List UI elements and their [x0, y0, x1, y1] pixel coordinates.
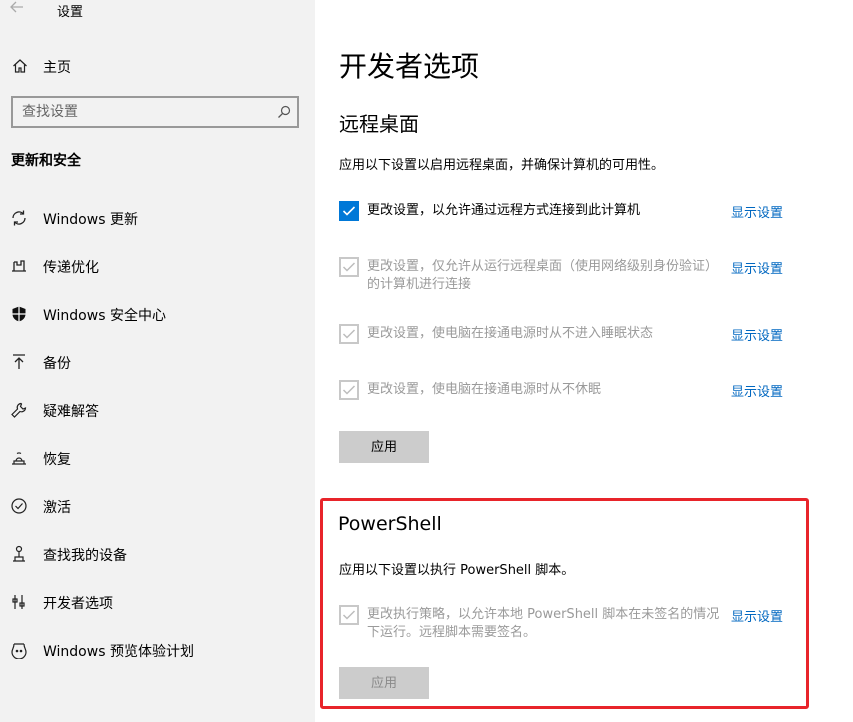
show-settings-link[interactable]: 显示设置 [731, 258, 783, 277]
sidebar-item-activation[interactable]: 激活 [0, 490, 315, 522]
option-text: 更改设置，使电脑在接通电源时从不休眠 [367, 382, 602, 397]
checkbox-execution-policy[interactable] [339, 605, 359, 625]
sidebar-item-delivery-optimization[interactable]: 传递优化 [0, 250, 315, 282]
checkbox-never-hibernate[interactable] [339, 380, 359, 400]
sidebar-item-label: 激活 [43, 500, 71, 516]
check-circle-icon [10, 497, 28, 515]
sidebar-item-label: 查找我的设备 [43, 548, 127, 564]
option-text: 更改执行策略，以允许本地 PowerShell 脚本在未签名的情况下运行。远程脚… [367, 607, 720, 640]
powershell-heading: PowerShell [338, 513, 442, 535]
sidebar-item-windows-insider[interactable]: Windows 预览体验计划 [0, 634, 315, 666]
sidebar-item-recovery[interactable]: 恢复 [0, 442, 315, 474]
sidebar-item-developer-options[interactable]: 开发者选项 [0, 586, 315, 618]
checkbox-never-sleep[interactable] [339, 324, 359, 344]
recovery-icon [10, 449, 28, 467]
sidebar-item-backup[interactable]: 备份 [0, 346, 315, 378]
back-arrow-icon[interactable] [10, 0, 28, 18]
section-title: 更新和安全 [11, 153, 81, 169]
search-input[interactable] [22, 103, 262, 121]
sidebar-item-troubleshoot[interactable]: 疑难解答 [0, 394, 315, 426]
developer-icon [10, 593, 28, 611]
app-title: 设置 [57, 5, 84, 20]
sidebar-item-label: 开发者选项 [43, 596, 113, 612]
remote-desktop-heading: 远程桌面 [339, 112, 419, 136]
search-icon[interactable] [277, 104, 291, 123]
find-device-icon [10, 545, 28, 563]
option-text: 更改设置，仅允许从运行远程桌面（使用网络级别身份验证）的计算机进行连接 [367, 259, 719, 292]
show-settings-link[interactable]: 显示设置 [731, 381, 783, 400]
main-panel: 开发者选项 远程桌面 应用以下设置以启用远程桌面，并确保计算机的可用性。 更改设… [315, 0, 853, 722]
checkbox-allow-remote[interactable] [339, 201, 359, 221]
sidebar-item-windows-security[interactable]: Windows 安全中心 [0, 298, 315, 330]
nav-home-label: 主页 [43, 60, 71, 76]
sidebar-item-label: Windows 预览体验计划 [43, 644, 194, 660]
sidebar-item-label: 备份 [43, 356, 71, 372]
option-text: 更改设置，使电脑在接通电源时从不进入睡眠状态 [367, 326, 654, 341]
nav-home[interactable]: 主页 [0, 52, 315, 80]
backup-icon [10, 353, 28, 371]
show-settings-link[interactable]: 显示设置 [731, 606, 783, 625]
sidebar-item-label: Windows 更新 [43, 212, 138, 228]
sidebar: 设置 主页 更新和安全 Windows 更新 传递优化 [0, 0, 315, 722]
sidebar-item-windows-update[interactable]: Windows 更新 [0, 202, 315, 234]
powershell-description: 应用以下设置以执行 PowerShell 脚本。 [339, 563, 575, 578]
show-settings-link[interactable]: 显示设置 [731, 202, 783, 221]
sidebar-item-label: 恢复 [43, 452, 71, 468]
remote-desktop-apply-button[interactable]: 应用 [339, 431, 429, 463]
wrench-icon [10, 401, 28, 419]
sidebar-item-label: 疑难解答 [43, 404, 99, 420]
page-title: 开发者选项 [339, 50, 480, 83]
option-text: 更改设置，以允许通过远程方式连接到此计算机 [367, 203, 641, 218]
remote-desktop-description: 应用以下设置以启用远程桌面，并确保计算机的可用性。 [339, 158, 665, 173]
shield-icon [10, 305, 28, 323]
powershell-apply-button[interactable]: 应用 [339, 667, 429, 699]
sidebar-item-label: 传递优化 [43, 260, 99, 276]
checkbox-nla-only[interactable] [339, 257, 359, 277]
insider-icon [10, 641, 28, 660]
home-icon [12, 58, 28, 78]
settings-window: 设置 主页 更新和安全 Windows 更新 传递优化 [0, 0, 853, 722]
sync-icon [10, 209, 28, 227]
show-settings-link[interactable]: 显示设置 [731, 325, 783, 344]
sidebar-item-label: Windows 安全中心 [43, 308, 166, 324]
sidebar-item-find-my-device[interactable]: 查找我的设备 [0, 538, 315, 570]
search-box[interactable] [11, 96, 299, 128]
title-bar: 设置 [0, 0, 315, 22]
delivery-optimization-icon [10, 257, 28, 275]
